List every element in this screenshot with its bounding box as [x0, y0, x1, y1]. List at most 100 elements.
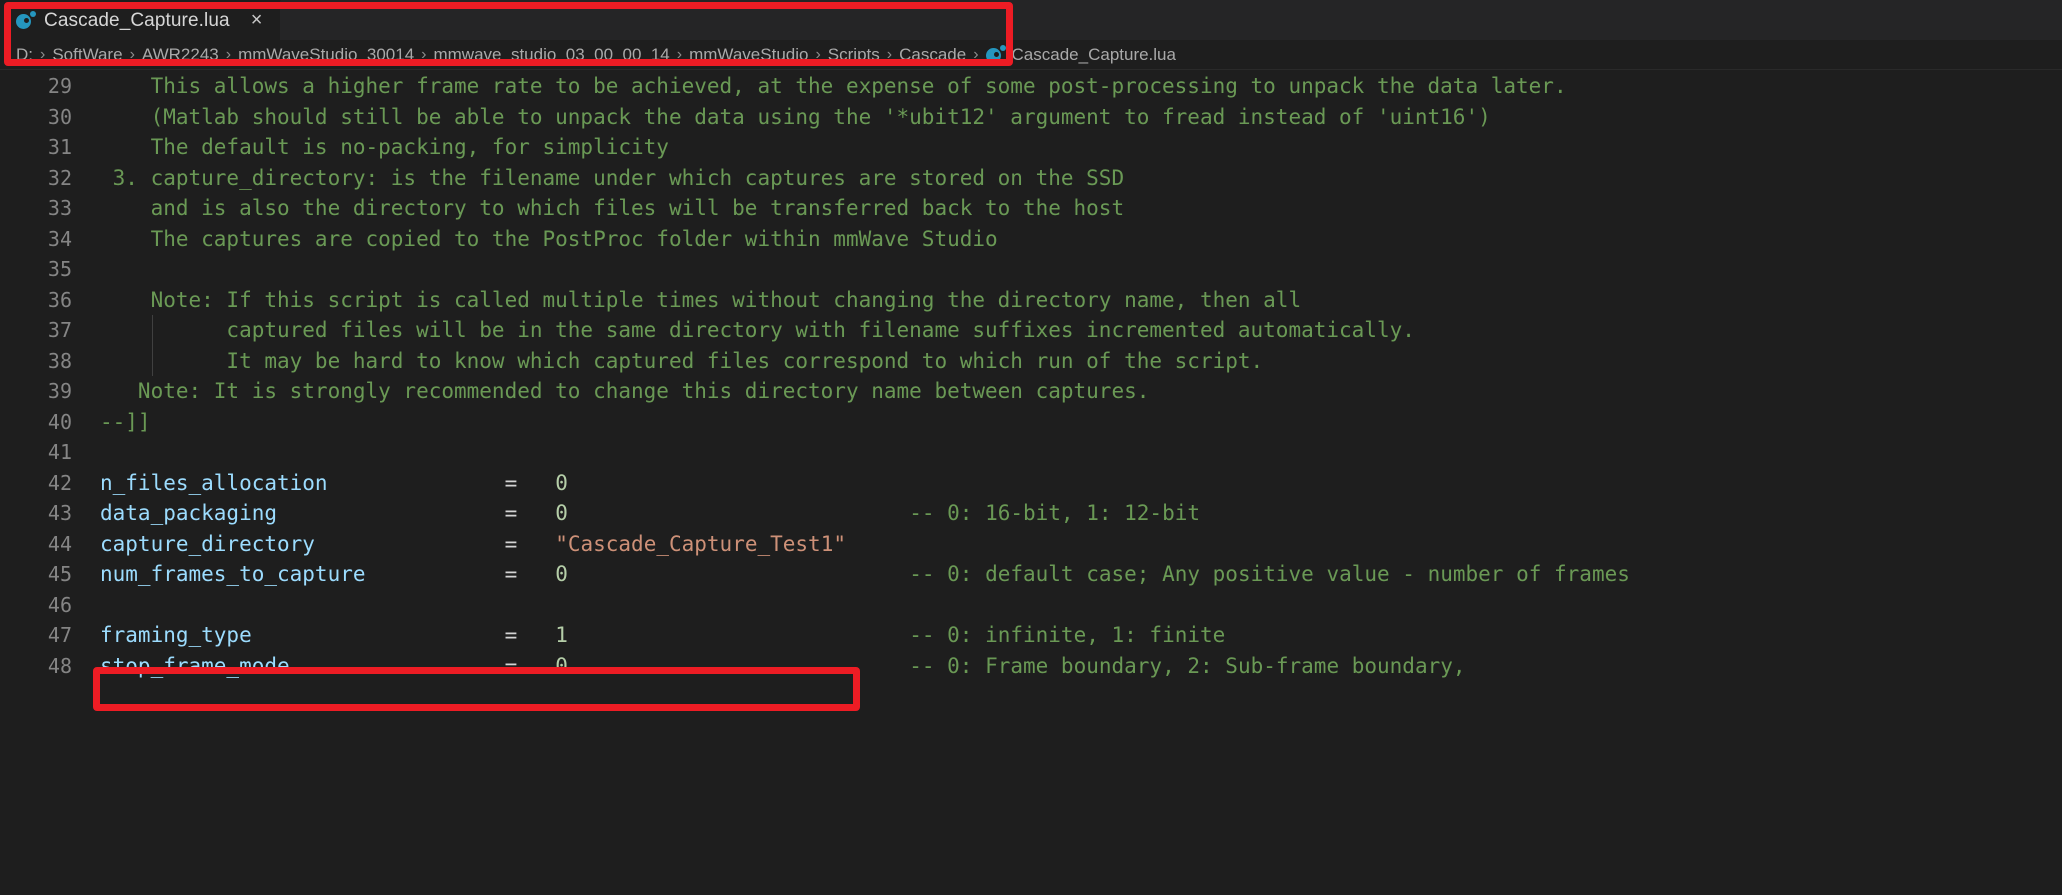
token-var: n_files_allocation [100, 470, 328, 495]
code-text: framing_type = 1 -- 0: infinite, 1: fini… [100, 620, 1225, 651]
code-line-39[interactable]: 39 Note: It is strongly recommended to c… [0, 376, 2062, 407]
breadcrumb-item-label: mmWaveStudio [689, 44, 809, 64]
breadcrumb-item-2[interactable]: AWR2243 [142, 45, 219, 65]
line-number: 39 [47, 379, 72, 403]
token-var: data_packaging [100, 501, 278, 525]
breadcrumb-item-label: SoftWare [52, 44, 123, 64]
code-line-30[interactable]: 30 (Matlab should still be able to unpac… [0, 102, 2062, 133]
line-number: 46 [47, 592, 72, 617]
code-text: --]] [100, 407, 151, 438]
breadcrumb-item-3[interactable]: mmWaveStudio_30014 [238, 45, 414, 65]
line-number: 42 [47, 470, 72, 495]
tab-label: Cascade_Capture.lua [44, 9, 230, 31]
lua-file-icon [16, 11, 36, 30]
token-op: = [504, 470, 518, 495]
code-line-37[interactable]: 37 captured files will be in the same di… [0, 315, 2062, 346]
token-cm: Note: It is strongly recommended to chan… [100, 379, 1150, 403]
code-line-36[interactable]: 36 Note: If this script is called multip… [0, 285, 2062, 316]
breadcrumb-separator: › [129, 45, 135, 63]
line-number: 48 [47, 653, 72, 678]
code-line-41[interactable]: 41 [0, 437, 2062, 468]
close-icon[interactable]: × [245, 8, 269, 34]
breadcrumb: D: › SoftWare › AWR2243 › mmWaveStudio_30014 › m… [0, 40, 2062, 70]
line-number: 38 [47, 348, 72, 373]
token-op [517, 623, 555, 647]
token-num: 0 [555, 501, 568, 525]
tab-bar-empty-space [281, 0, 2062, 40]
line-number: 33 [47, 196, 72, 220]
breadcrumb-item-7[interactable]: Cascade [899, 45, 966, 65]
code-line-34[interactable]: 34 The captures are copied to the PostPr… [0, 224, 2062, 255]
code-text: and is also the directory to which files… [100, 193, 1125, 224]
token-num: 0 [555, 470, 568, 495]
breadcrumb-item-8[interactable]: Cascade_Capture.lua [985, 44, 1176, 65]
breadcrumb-item-0[interactable]: D: [16, 45, 33, 65]
token-var: framing_type [100, 623, 252, 647]
code-text: It may be hard to know which captured fi… [100, 346, 1263, 377]
code-text: data_packaging = 0 -- 0: 16-bit, 1: 12-b… [100, 498, 1200, 529]
line-number: 45 [47, 562, 72, 586]
breadcrumb-item-label: mmwave_studio_03_00_00_14 [433, 44, 670, 64]
code-text: Note: If this script is called multiple … [100, 285, 1302, 316]
token-cm: Note: If this script is called multiple … [100, 287, 1302, 312]
token-op: = [504, 623, 518, 647]
line-number: 36 [47, 287, 72, 312]
token-cm: --]] [100, 409, 151, 434]
token-op [290, 654, 505, 678]
code-editor[interactable]: 29 This allows a higher frame rate to be… [0, 71, 2062, 895]
breadcrumb-item-1[interactable]: SoftWare [52, 45, 122, 65]
code-text: num_frames_to_capture = 0 -- 0: default … [100, 559, 1630, 590]
code-line-43[interactable]: 43 data_packaging = 0 -- 0: 16-bit, 1: 12… [0, 498, 2062, 529]
token-op [366, 562, 505, 586]
code-text: capture_directory = "Cascade_Capture_Tes… [100, 529, 846, 560]
token-op [517, 562, 555, 586]
token-num: 0 [555, 653, 568, 678]
code-line-38[interactable]: 38 It may be hard to know which captured… [0, 345, 2062, 377]
breadcrumb-item-5[interactable]: mmWaveStudio [689, 45, 808, 65]
token-cm: -- 0: infinite, 1: finite [909, 623, 1226, 647]
code-line-35[interactable]: 35 [0, 254, 2062, 285]
line-number: 40 [47, 409, 72, 434]
token-cm: -- 0: default case; Any positive value -… [909, 562, 1630, 586]
code-line-46[interactable]: 46 [0, 590, 2062, 621]
token-cm: It may be hard to know which captured fi… [100, 348, 1264, 373]
code-line-47[interactable]: 47 framing_type = 1 -- 0: infinite, 1: fi… [0, 620, 2062, 651]
token-cm: and is also the directory to which files… [100, 196, 1125, 220]
breadcrumb-item-label: Cascade_Capture.lua [1011, 44, 1176, 64]
breadcrumb-separator: › [40, 45, 46, 63]
token-op [517, 654, 555, 678]
line-number: 31 [47, 135, 72, 159]
code-text: n_files_allocation = 0 [100, 468, 568, 499]
breadcrumb-separator: › [421, 45, 427, 63]
token-op [277, 501, 505, 525]
breadcrumb-separator: › [886, 45, 893, 63]
code-text: captured files will be in the same direc… [100, 315, 1414, 346]
token-num: 1 [555, 623, 568, 647]
breadcrumb-item-label: Cascade [899, 44, 967, 64]
code-line-42[interactable]: 42 n_files_allocation = 0 [0, 468, 2062, 499]
code-line-48[interactable]: 48 stop_frame_mode = 0 -- 0: Frame bounda… [0, 651, 2062, 682]
breadcrumb-item-6[interactable]: Scripts [828, 45, 880, 65]
breadcrumb-item-label: Scripts [827, 44, 880, 64]
line-number: 29 [47, 74, 72, 98]
line-number: 37 [47, 318, 72, 342]
code-line-44[interactable]: 44 capture_directory = "Cascade_Capture_T… [0, 529, 2062, 560]
token-num: 0 [555, 562, 568, 586]
editor-window: Cascade_Capture.lua × D: › SoftWare › AWR224… [0, 0, 2062, 895]
code-line-40[interactable]: 40 --]] [0, 407, 2062, 438]
code-text: The default is no-packing, for simplicit… [100, 132, 669, 163]
breadcrumb-item-4[interactable]: mmwave_studio_03_00_00_14 [433, 45, 669, 65]
tab-cascade-capture-lua[interactable]: Cascade_Capture.lua × [0, 0, 282, 40]
token-op [517, 471, 555, 495]
code-line-29[interactable]: 29 This allows a higher frame rate to be… [0, 71, 2062, 102]
code-line-45[interactable]: 45 num_frames_to_capture = 0 -- 0: defaul… [0, 559, 2062, 590]
line-number: 30 [47, 104, 72, 129]
line-number: 43 [47, 501, 72, 525]
code-text: 3. capture_directory: is the filename un… [100, 163, 1124, 194]
code-line-32[interactable]: 32 3. capture_directory: is the filename… [0, 163, 2062, 194]
code-line-33[interactable]: 33 and is also the directory to which fi… [0, 193, 2062, 224]
token-op: = [504, 531, 518, 556]
code-line-31[interactable]: 31 The default is no-packing, for simpli… [0, 132, 2062, 163]
token-op [328, 471, 505, 495]
token-cm: 3. capture_directory: is the filename un… [100, 165, 1125, 190]
